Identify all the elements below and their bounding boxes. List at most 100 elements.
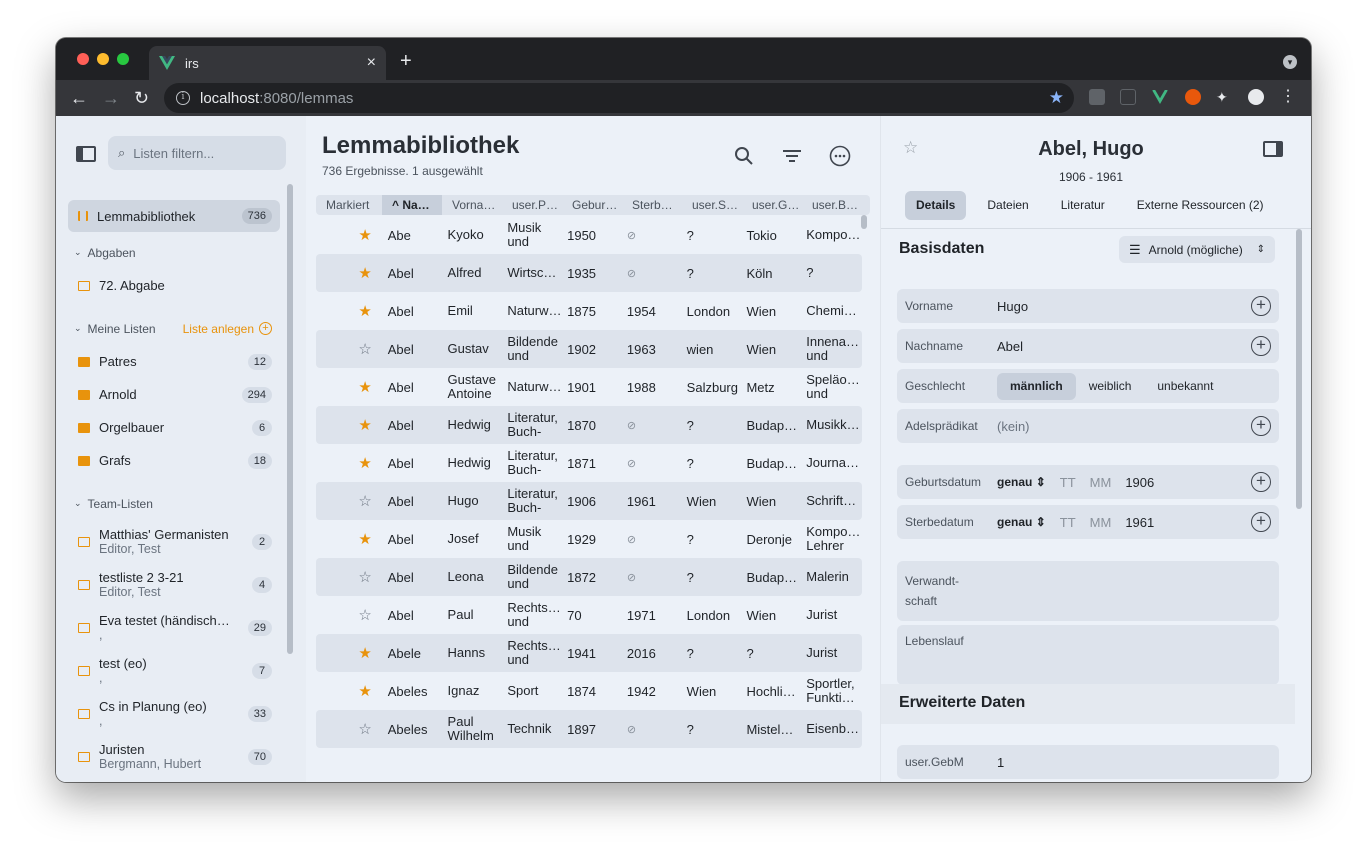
browser-menu-icon[interactable]: ⋮ [1280,89,1296,105]
year-input[interactable]: 1961 [1125,515,1154,530]
field-verwandtschaft[interactable]: Verwandt- schaft [897,561,1279,621]
sidebar-item-team-list[interactable]: Eva testet (händisch…, 29 [68,606,280,649]
star-filled-icon[interactable]: ★ [316,644,382,662]
star-outline-icon[interactable]: ☆ [316,606,382,624]
precision-select[interactable]: genau ⇕ [997,475,1046,489]
year-input[interactable]: 1906 [1125,475,1154,490]
sidebar-item-team-list[interactable]: testliste 2 3-21 Editor, Test 4 [68,563,280,606]
precision-select[interactable]: genau ⇕ [997,515,1046,529]
star-outline-icon[interactable]: ☆ [316,492,382,510]
tab-literatur[interactable]: Literatur [1050,191,1116,220]
table-row[interactable]: ★ Abel Gustave Antoine Naturw… 1901 1988 Salzb… [316,368,862,406]
star-filled-icon[interactable]: ★ [316,416,382,434]
column-header-profession[interactable]: user.P… [502,195,562,215]
table-row[interactable]: ☆ Abel Hugo Literatur, Buch- 1906 1961 Wien Wie… [316,482,862,520]
column-header-sterbe[interactable]: Sterb… [622,195,682,215]
sidebar-item-patres[interactable]: Patres 12 [68,345,280,378]
vue-devtools-extension-icon[interactable] [1152,89,1168,105]
star-filled-icon[interactable]: ★ [316,302,382,320]
add-variant-button[interactable]: + [1251,336,1271,356]
address-bar[interactable]: i localhost:8080/lemmas ★ [164,83,1074,113]
star-filled-icon[interactable]: ★ [316,226,382,244]
sidebar-item-grafs[interactable]: Grafs 18 [68,444,280,477]
tab-search-icon[interactable]: ▾ [1283,55,1297,69]
gender-option-unbekannt[interactable]: unbekannt [1144,373,1226,400]
column-header-name[interactable]: ^ Na… [382,195,442,215]
sidebar-item-team-list[interactable]: Cs in Planung (eo), 33 [68,692,280,735]
close-window-button[interactable] [77,53,89,65]
vorname-input[interactable]: Hugo [997,299,1028,314]
section-meine-listen[interactable]: ⌄ Meine Listen Liste anlegen + [68,312,280,345]
close-tab-icon[interactable]: × [367,54,376,72]
minimize-window-button[interactable] [97,53,109,65]
section-team-listen[interactable]: ⌄ Team-Listen [68,487,280,520]
column-header-user-s[interactable]: user.S… [682,195,742,215]
table-row[interactable]: ★ Abeles Ignaz Sport 1874 1942 Wien Hochli… Spor… [316,672,862,710]
create-list-button[interactable]: Liste anlegen + [183,322,280,336]
bug-extension-icon[interactable] [1120,89,1136,105]
column-header-vorname[interactable]: Vorna… [442,195,502,215]
gender-option-weiblich[interactable]: weiblich [1076,373,1145,400]
table-row[interactable]: ★ Abe Kyoko Musik und 1950 ⊘? Tokio Kompo… [316,216,862,254]
star-filled-icon[interactable]: ★ [316,378,382,396]
star-outline-icon[interactable]: ☆ [316,568,382,586]
detail-scrollbar[interactable] [1296,229,1302,509]
list-selector-dropdown[interactable]: ☰ Arnold (mögliche) ⇕ [1119,236,1275,263]
table-row[interactable]: ☆ Abel Leona Bildende und 1872 ⊘? Budap… Maleri… [316,558,862,596]
tab-dateien[interactable]: Dateien [976,191,1039,220]
sidebar-item-orgelbauer[interactable]: Orgelbauer 6 [68,411,280,444]
column-header-user-g[interactable]: user.G… [742,195,802,215]
table-row[interactable]: ☆ Abel Paul Rechts… und 70 1971 London Wien Juri… [316,596,862,634]
fire-extension-icon[interactable] [1185,89,1201,105]
gender-option-maennlich[interactable]: männlich [997,372,1076,400]
table-row[interactable]: ☆ Abel Gustav Bildende und 1902 1963 wien Wien I… [316,330,862,368]
star-filled-icon[interactable]: ★ [316,530,382,548]
sidebar-item-lemmabibliothek[interactable]: Lemmabibliothek 736 [68,200,280,232]
sidebar-item-team-list[interactable]: Juristen Bergmann, Hubert 70 [68,735,280,778]
toggle-panel-icon[interactable] [1263,141,1283,157]
ublock-extension-icon[interactable] [1089,89,1105,105]
sidebar-item-team-list[interactable]: Matthias' Germanisten Editor, Test 2 [68,520,280,563]
zoom-window-button[interactable] [117,53,129,65]
star-outline-icon[interactable]: ☆ [316,720,382,738]
browser-tab[interactable]: irs × [149,46,386,80]
sidebar-toggle-icon[interactable] [76,146,96,162]
sidebar-item-abgabe[interactable]: 72. Abgabe [68,269,280,302]
user-gebm-input[interactable]: 1 [997,755,1004,770]
adelspraedikat-input[interactable]: (kein) [997,419,1030,434]
tab-details[interactable]: Details [905,191,967,220]
table-row[interactable]: ★ Abel Hedwig Literatur, Buch- 1871 ⊘? Budap… J… [316,444,862,482]
profile-avatar-icon[interactable] [1248,89,1264,105]
extensions-puzzle-icon[interactable]: ✦ [1216,89,1232,105]
day-input[interactable]: TT [1060,515,1076,530]
table-row[interactable]: ★ Abel Josef Musik und 1929 ⊘? Deronje Kompo… L… [316,520,862,558]
table-row[interactable]: ★ Abel Hedwig Literatur, Buch- 1870 ⊘? Budap… M… [316,406,862,444]
add-variant-button[interactable]: + [1251,296,1271,316]
table-row[interactable]: ★ Abel Emil Naturw… 1875 1954 London Wien Chemi… [316,292,862,330]
section-abgaben[interactable]: ⌄ Abgaben [68,236,280,269]
column-header-geburt[interactable]: Gebur… [562,195,622,215]
forward-icon[interactable]: → [102,88,120,108]
site-info-icon[interactable]: i [176,91,190,105]
back-icon[interactable]: ← [70,88,88,108]
star-filled-icon[interactable]: ★ [316,682,382,700]
field-lebenslauf[interactable]: Lebenslauf [897,625,1279,685]
table-row[interactable]: ★ Abele Hanns Rechts… und 1941 2016?? Jurist [316,634,862,672]
reload-icon[interactable]: ↻ [134,88,149,108]
bookmark-star-icon[interactable]: ★ [1049,88,1064,108]
column-header-user-b[interactable]: user.B… [802,195,870,215]
sidebar-scrollbar[interactable] [287,184,293,654]
list-filter-input[interactable]: ⌕ Listen filtern... [108,136,286,170]
star-filled-icon[interactable]: ★ [316,264,382,282]
add-variant-button[interactable]: + [1251,416,1271,436]
star-filled-icon[interactable]: ★ [316,454,382,472]
tab-externe-ressourcen[interactable]: Externe Ressourcen (2) [1126,191,1275,220]
add-variant-button[interactable]: + [1251,512,1271,532]
month-input[interactable]: MM [1090,475,1112,490]
sidebar-item-arnold[interactable]: Arnold 294 [68,378,280,411]
nachname-input[interactable]: Abel [997,339,1023,354]
star-outline-icon[interactable]: ☆ [316,340,382,358]
sidebar-item-team-list[interactable]: test (eo), 7 [68,649,280,692]
column-header-markiert[interactable]: Markiert [316,195,382,215]
new-tab-icon[interactable]: + [400,50,412,73]
